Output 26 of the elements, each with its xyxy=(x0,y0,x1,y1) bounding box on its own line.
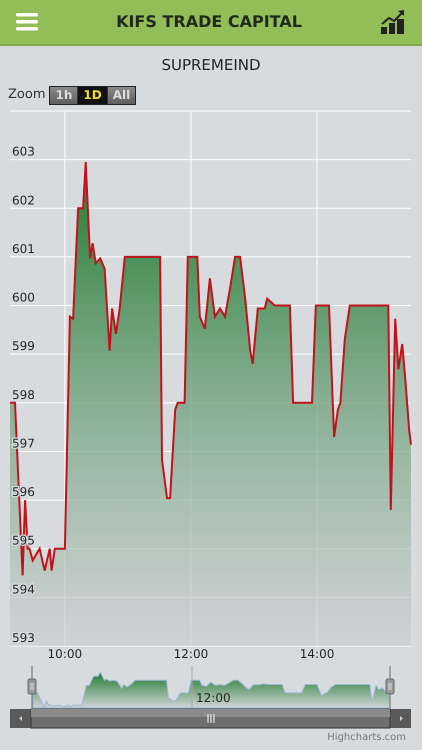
app-title: KIFS TRADE CAPITAL xyxy=(116,11,302,33)
zoom-label: Zoom xyxy=(8,86,46,104)
axis-label: 12:00 xyxy=(174,647,208,661)
axis-label: 10:00 xyxy=(48,647,82,661)
credit-link[interactable]: Highcharts.com xyxy=(327,730,406,744)
axis-label: 593 xyxy=(12,631,35,645)
axis-label: 14:00 xyxy=(300,647,334,661)
axis-label: 602 xyxy=(12,193,35,208)
axis-label: 601 xyxy=(12,242,35,256)
menu-icon[interactable] xyxy=(16,13,38,31)
zoom-button[interactable]: All xyxy=(106,86,136,104)
scroll-left-button[interactable] xyxy=(10,709,31,728)
scroll-right-button[interactable] xyxy=(390,709,411,728)
axis-label: 598 xyxy=(12,388,35,402)
navigator-label: 12:00 xyxy=(196,691,231,705)
zoom-button[interactable]: 1h xyxy=(50,86,78,104)
axis-label: 600 xyxy=(12,290,35,305)
scrollbar-thumb[interactable] xyxy=(30,708,390,728)
chart-title: SUPREMEIND xyxy=(161,54,261,76)
zoom-button[interactable]: 1D xyxy=(77,86,107,104)
axis-label: 594 xyxy=(12,582,35,596)
axis-label: 599 xyxy=(12,339,35,354)
chart-icon[interactable] xyxy=(380,9,406,35)
range-handle[interactable] xyxy=(386,678,394,694)
axis-label: 603 xyxy=(12,144,35,159)
range-handle[interactable] xyxy=(28,678,36,694)
